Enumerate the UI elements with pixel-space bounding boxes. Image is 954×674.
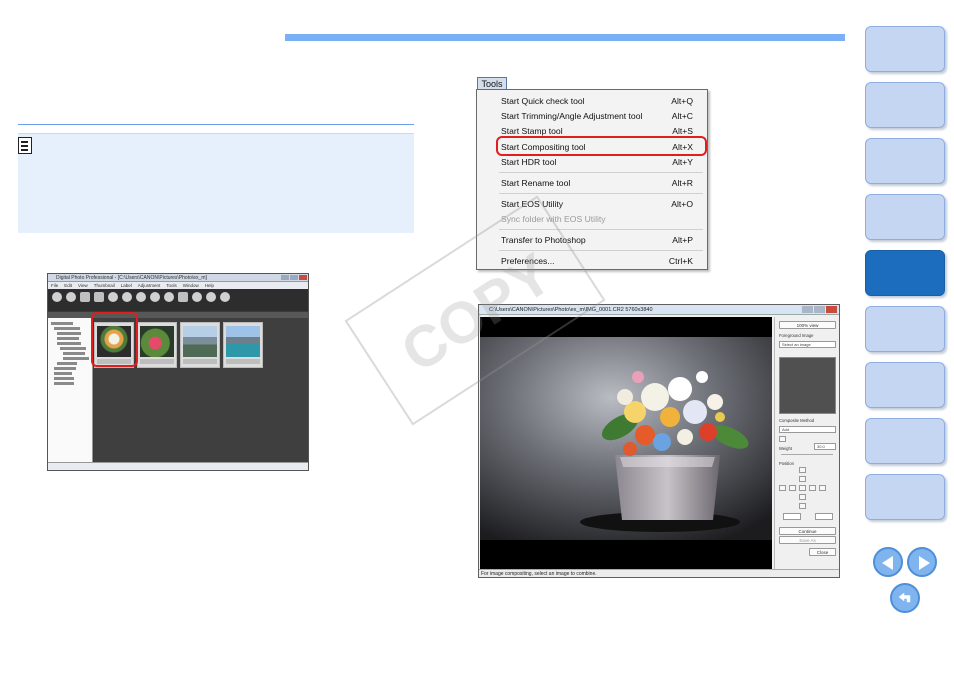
center-button[interactable] <box>799 485 806 491</box>
move-far-left-button[interactable] <box>779 485 786 491</box>
move-up-button[interactable] <box>799 476 806 482</box>
thumbnail-rose[interactable] <box>137 322 177 368</box>
dpp-menu-thumbnail[interactable]: Thumbnail <box>94 282 115 289</box>
menu-item-rename[interactable]: Start Rename tool Alt+R <box>501 176 693 190</box>
menu-shortcut: Alt+P <box>672 235 693 245</box>
dpp-menu-help[interactable]: Help <box>205 282 214 289</box>
move-right-button[interactable] <box>809 485 816 491</box>
menu-separator <box>499 193 703 194</box>
toolbar-icon[interactable] <box>192 292 202 302</box>
move-left-button[interactable] <box>789 485 796 491</box>
nav-tab-5-active[interactable] <box>865 250 945 296</box>
close-button[interactable]: Close <box>809 548 836 556</box>
weight-label: Weight <box>779 446 792 451</box>
menu-shortcut: Alt+Y <box>672 157 693 167</box>
continue-button[interactable]: Continue <box>779 527 836 535</box>
nav-tab-2[interactable] <box>865 82 945 128</box>
toolbar-icon[interactable] <box>178 292 188 302</box>
checkbox[interactable] <box>779 436 786 442</box>
dpp-window-title: Digital Photo Professional - [C:\Users\C… <box>48 274 308 282</box>
dpp-main-window-screenshot: Digital Photo Professional - [C:\Users\C… <box>47 273 309 471</box>
composite-method-select[interactable]: Add <box>779 426 836 433</box>
menu-shortcut: Alt+C <box>671 111 693 121</box>
save-as-button[interactable]: Save As <box>779 536 836 544</box>
menu-item-hdr[interactable]: Start HDR tool Alt+Y <box>501 155 693 169</box>
toolbar-icon[interactable] <box>122 292 132 302</box>
toolbar-icon[interactable] <box>136 292 146 302</box>
view-100-button[interactable]: 100% view <box>779 321 836 329</box>
dpp-menu-view[interactable]: View <box>78 282 88 289</box>
foreground-image-label: Foreground Image <box>779 333 814 338</box>
move-bottom-button[interactable] <box>799 503 806 509</box>
menu-item-trimming[interactable]: Start Trimming/Angle Adjustment tool Alt+… <box>501 109 693 123</box>
menu-shortcut: Ctrl+K <box>668 256 693 266</box>
nav-tab-6[interactable] <box>865 306 945 352</box>
compositing-item-highlight <box>496 136 707 156</box>
dpp-menu-label[interactable]: Label <box>121 282 132 289</box>
move-top-button[interactable] <box>799 467 806 473</box>
dpp-window-controls <box>281 275 307 280</box>
position-y-input[interactable] <box>815 513 833 520</box>
nav-tab-4[interactable] <box>865 194 945 240</box>
menu-separator <box>499 172 703 173</box>
dpp-menu-file[interactable]: File <box>51 282 58 289</box>
selected-thumbnail-highlight <box>91 312 138 367</box>
menu-shortcut: Alt+O <box>671 199 693 209</box>
compositing-control-panel: 100% view Foreground Image Select an ima… <box>774 317 839 570</box>
thumbnail-mountain[interactable] <box>180 322 220 368</box>
note-box <box>18 133 414 233</box>
toolbar-icon[interactable] <box>94 292 104 302</box>
memo-icon <box>18 137 32 154</box>
menu-shortcut: Alt+Q <box>671 96 693 106</box>
dpp-menu-tools[interactable]: Tools <box>166 282 177 289</box>
foreground-preview <box>779 357 836 414</box>
toolbar-icon[interactable] <box>220 292 230 302</box>
compositing-window-controls <box>802 306 837 313</box>
dpp-toolbar <box>48 289 308 311</box>
toolbar-icon[interactable] <box>80 292 90 302</box>
dpp-status-bar <box>48 462 308 470</box>
nav-tab-8[interactable] <box>865 418 945 464</box>
nav-tab-3[interactable] <box>865 138 945 184</box>
dpp-menu-window[interactable]: Window <box>183 282 199 289</box>
return-icon[interactable] <box>890 583 920 613</box>
toolbar-icon[interactable] <box>206 292 216 302</box>
background-image-preview <box>480 317 772 570</box>
header-accent-band <box>285 34 845 41</box>
dpp-menu-edit[interactable]: Edit <box>64 282 72 289</box>
menu-item-label: Start Quick check tool <box>501 96 585 106</box>
composite-method-label: Composite Method <box>779 418 815 423</box>
flower-vase-photo <box>480 317 772 570</box>
weight-slider[interactable] <box>781 454 833 455</box>
menu-item-label: Start Rename tool <box>501 178 571 188</box>
nav-tab-9[interactable] <box>865 474 945 520</box>
previous-page-arrow-icon[interactable] <box>873 547 903 577</box>
nav-tab-1[interactable] <box>865 26 945 72</box>
menu-item-label: Start HDR tool <box>501 157 557 167</box>
foreground-image-select[interactable]: Select an image <box>779 341 836 348</box>
section-divider <box>18 124 414 125</box>
thumbnail-lake[interactable] <box>223 322 263 368</box>
position-x-input[interactable] <box>783 513 801 520</box>
compositing-status-bar: For image compositing, select an image t… <box>479 569 839 577</box>
next-page-arrow-icon[interactable] <box>907 547 937 577</box>
folder-tree[interactable] <box>48 318 93 464</box>
menu-item-quick-check[interactable]: Start Quick check tool Alt+Q <box>501 94 693 108</box>
toolbar-icon[interactable] <box>52 292 62 302</box>
dpp-menu-bar: File Edit View Thumbnail Label Adjustmen… <box>48 282 308 289</box>
toolbar-icon[interactable] <box>164 292 174 302</box>
return-arrow-glyph <box>898 592 911 603</box>
weight-input[interactable]: 30.0 <box>814 443 836 450</box>
menu-item-label: Start Trimming/Angle Adjustment tool <box>501 111 643 121</box>
toolbar-icon[interactable] <box>108 292 118 302</box>
position-label: Position <box>779 461 794 466</box>
move-down-button[interactable] <box>799 494 806 500</box>
menu-shortcut: Alt+R <box>671 178 693 188</box>
nav-tab-7[interactable] <box>865 362 945 408</box>
toolbar-icon[interactable] <box>66 292 76 302</box>
toolbar-icon[interactable] <box>150 292 160 302</box>
move-far-right-button[interactable] <box>819 485 826 491</box>
dpp-menu-adjustment[interactable]: Adjustment <box>138 282 161 289</box>
